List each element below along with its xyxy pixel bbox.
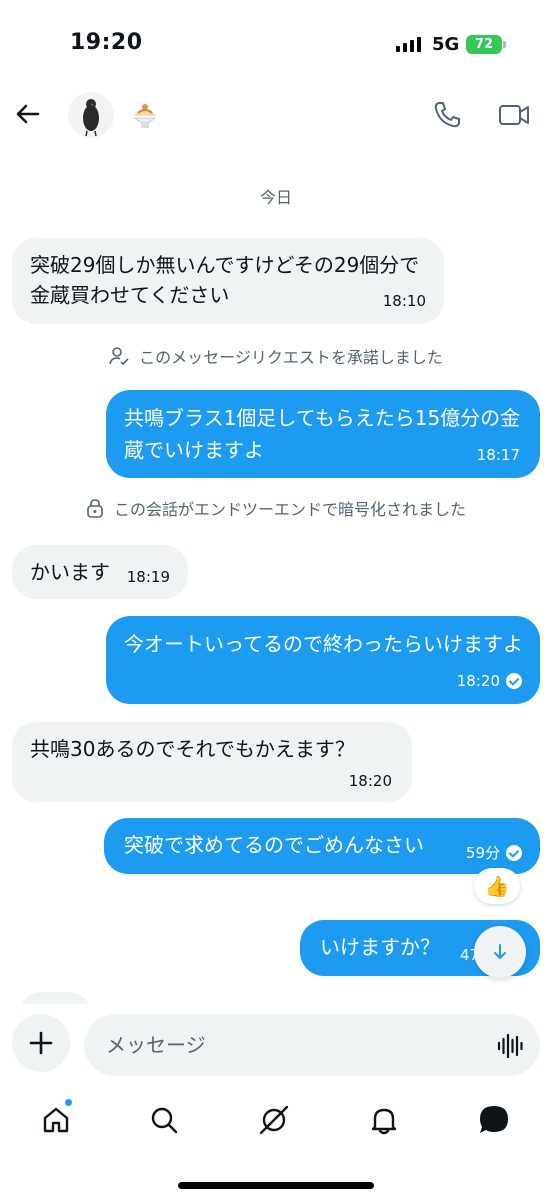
reaction-emoji: 👍 — [484, 874, 510, 898]
system-note-encrypted: この会話がエンドツーエンドで暗号化されました — [0, 496, 552, 520]
message-text: 今オートいってるので終わったらいけますよ — [124, 632, 523, 656]
battery-cap — [503, 41, 506, 48]
message-time: 18:20 — [457, 672, 522, 690]
message-bubble-incoming[interactable]: 共鳴30あるのでそれでもかえます？ 18:20 — [12, 722, 412, 802]
message-bubble-incoming[interactable]: 突破29個しか無いんですけどその29個分で金蔵買わせてください 18:10 — [12, 238, 444, 324]
lock-icon — [87, 499, 103, 518]
message-time: 18:17 — [477, 446, 520, 464]
bottom-nav — [0, 1088, 552, 1200]
chat-header — [0, 80, 552, 152]
message-text: 共鳴ブラス1個足してもらえたら15億分の金蔵でいけますよ — [124, 406, 521, 462]
read-check-icon — [506, 845, 522, 861]
message-time-text: 18:20 — [456, 672, 500, 690]
message-text: 突破で求めてるのでごめんなさい — [124, 833, 424, 857]
message-text: 共鳴30あるのでそれでもかえます？ — [30, 737, 355, 761]
message-input[interactable] — [84, 1014, 540, 1076]
plus-icon — [29, 1031, 53, 1055]
message-bubble-outgoing[interactable]: 突破で求めてるのでごめんなさい 59分 — [104, 818, 540, 874]
pigeon-avatar-icon — [68, 92, 114, 138]
message-bubble-outgoing[interactable]: 今オートいってるので終わったらいけますよ 18:20 — [106, 616, 540, 704]
message-time-text: 18:17 — [476, 446, 520, 464]
nav-notifications[interactable] — [364, 1100, 404, 1140]
notification-dot — [64, 1098, 73, 1107]
message-bubble-incoming[interactable]: かいます 18:19 — [12, 545, 188, 599]
arrow-left-icon[interactable] — [12, 98, 44, 130]
system-note-text: この会話がエンドツーエンドで暗号化されました — [113, 500, 466, 519]
message-bubble-outgoing[interactable]: 共鳴ブラス1個足してもらえたら15億分の金蔵でいけますよ 18:17 — [106, 390, 540, 478]
arrow-down-icon — [494, 944, 506, 959]
message-time: 18:19 — [127, 568, 170, 586]
nav-messages[interactable] — [474, 1100, 514, 1140]
signal-icon — [396, 37, 421, 52]
battery-icon: 72 — [466, 35, 502, 54]
message-time-text: 59分 — [465, 844, 500, 862]
system-note-request-accepted: このメッセージリクエストを承諾しました — [0, 344, 552, 368]
nav-home[interactable] — [36, 1098, 76, 1140]
scroll-to-bottom-button[interactable] — [474, 926, 526, 978]
battery-level: 72 — [474, 37, 494, 52]
network-label: 5G — [432, 34, 460, 55]
composer — [0, 1004, 552, 1088]
message-time-text: 18:19 — [126, 568, 170, 586]
search-icon — [151, 1107, 178, 1134]
video-icon[interactable] — [498, 102, 530, 128]
avatar[interactable] — [68, 92, 114, 138]
message-text: 突破29個しか無いんですけどその29個分で金蔵買わせてください — [30, 253, 420, 307]
reaction-thumbs-up[interactable]: 👍 — [474, 868, 520, 904]
message-time-text: 18:10 — [382, 292, 426, 310]
home-icon — [43, 1107, 69, 1133]
phone-icon[interactable] — [432, 100, 462, 130]
grok-icon — [259, 1105, 289, 1135]
status-time: 19:20 — [70, 30, 143, 55]
messages-icon — [480, 1106, 508, 1133]
person-check-icon — [109, 347, 129, 366]
avatar[interactable] — [124, 94, 166, 136]
bell-icon — [371, 1108, 397, 1135]
message-time-text: 18:20 — [348, 772, 392, 790]
home-indicator — [178, 1182, 374, 1189]
nav-search[interactable] — [144, 1100, 184, 1140]
add-attachment-button[interactable] — [12, 1014, 70, 1072]
message-time: 59分 — [466, 844, 522, 862]
message-time: 18:20 — [349, 772, 392, 790]
nav-grok[interactable] — [254, 1100, 294, 1140]
system-note-text: このメッセージリクエストを承諾しました — [139, 348, 443, 367]
shaved-ice-avatar-icon — [124, 94, 166, 136]
voice-wave-icon[interactable] — [496, 1032, 524, 1060]
message-time: 18:10 — [383, 292, 426, 310]
status-bar: 19:20 5G 72 — [0, 0, 552, 80]
day-label: 今日 — [259, 188, 292, 207]
read-check-icon — [506, 673, 522, 689]
